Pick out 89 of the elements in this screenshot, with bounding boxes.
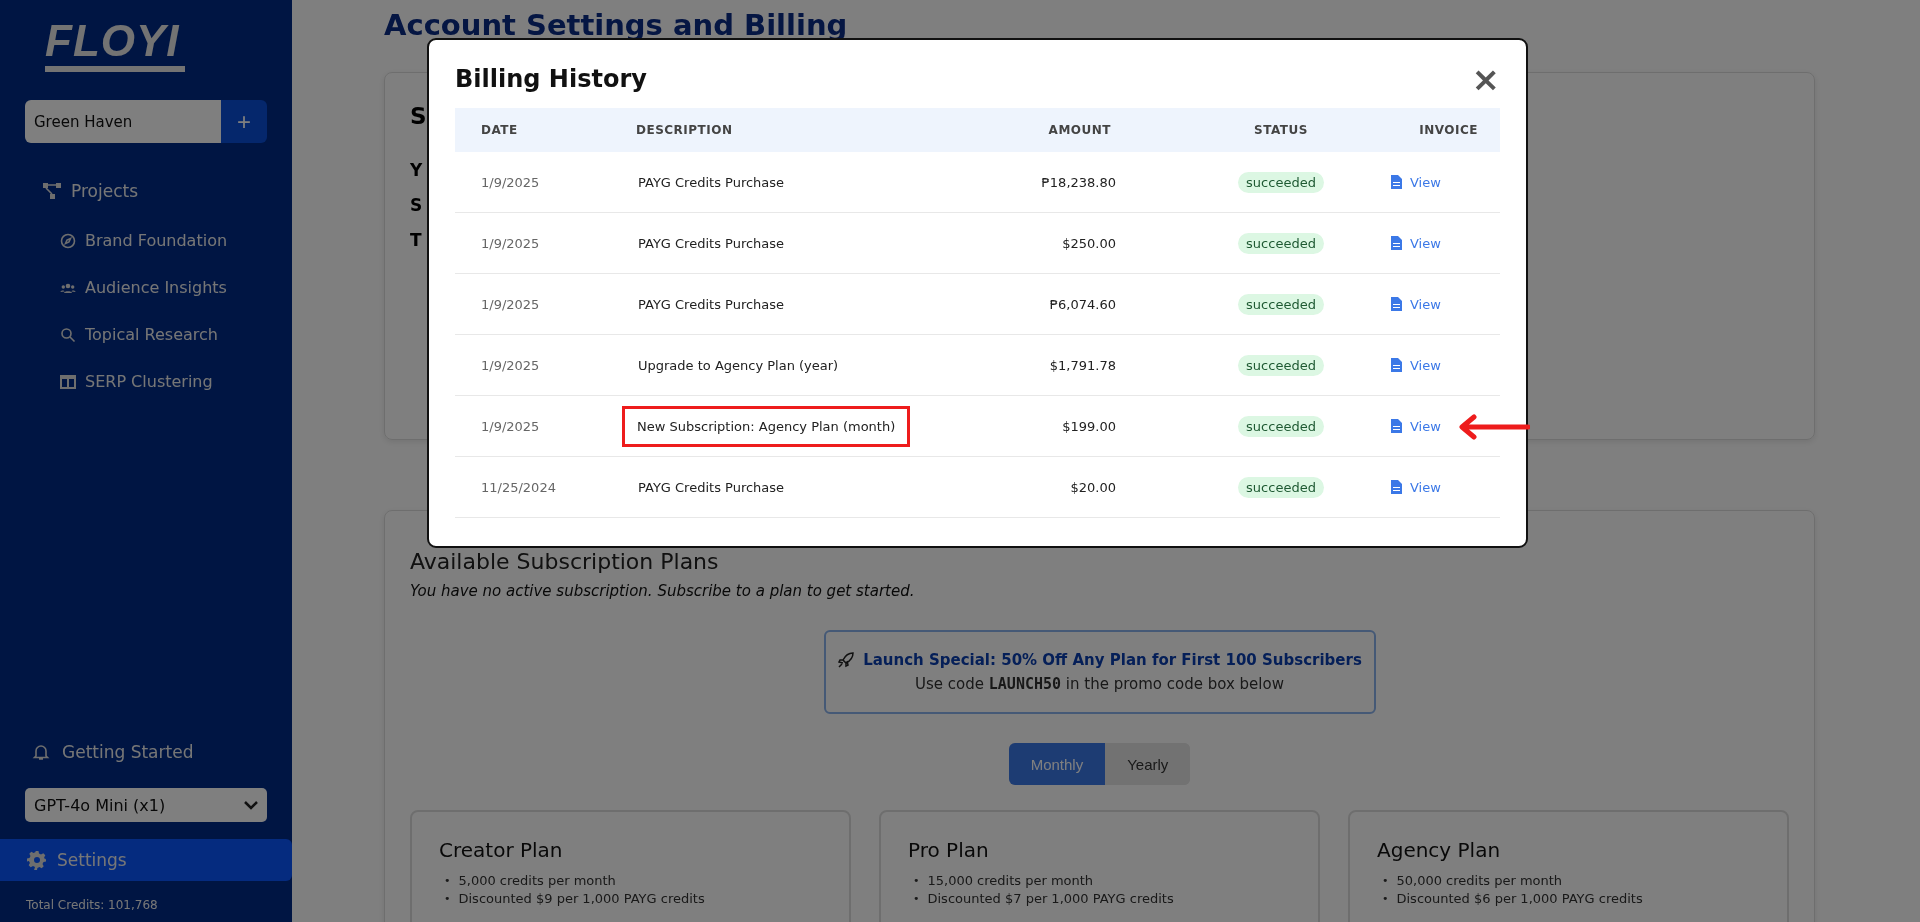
amount-cell-text: ₱6,074.60 — [1048, 296, 1117, 312]
document-icon — [1391, 480, 1402, 494]
floyi-logo: FLOYI — [45, 16, 185, 72]
amount-cell-text: $20.00 — [1069, 479, 1117, 495]
plan-feature: 5,000 credits per month — [458, 872, 616, 889]
add-project-button[interactable]: + — [221, 100, 267, 143]
card-line: T — [410, 230, 422, 250]
modal-title: Billing History — [455, 65, 647, 93]
status-badge: succeeded — [1238, 171, 1324, 193]
plan-feature: 15,000 credits per month — [927, 872, 1094, 889]
page-title: Account Settings and Billing — [384, 8, 849, 42]
bullet-marker: • — [1382, 873, 1389, 889]
status-badge: succeeded — [1238, 293, 1324, 315]
amount-cell-text: $1,791.78 — [1048, 357, 1117, 373]
document-icon — [1391, 297, 1402, 311]
search-icon — [60, 326, 76, 343]
view-invoice-link[interactable]: View — [1391, 296, 1441, 312]
plan-feature: Discounted $6 per 1,000 PAYG credits — [1396, 890, 1643, 907]
plan-feature: 50,000 credits per month — [1396, 872, 1563, 889]
date-cell-text: 1/9/2025 — [481, 418, 541, 434]
arrow-annotation — [1458, 414, 1530, 440]
total-credits: Total Credits: 101,768 — [26, 898, 159, 912]
nav-subitem[interactable]: Brand Foundation — [60, 217, 292, 264]
nav-subitem[interactable]: Topical Research — [60, 311, 292, 358]
card-line: Y — [410, 160, 423, 180]
section-title: Available Subscription Plans — [410, 549, 720, 574]
highlighted-description: New Subscription: Agency Plan (month) — [622, 405, 911, 447]
amount-cell-text: $250.00 — [1061, 235, 1117, 251]
plan-name: Agency Plan — [1377, 838, 1502, 862]
plan-name: Pro Plan — [908, 838, 990, 862]
bullet-marker: • — [444, 891, 451, 907]
document-icon — [1391, 358, 1402, 372]
date-cell-text: 1/9/2025 — [481, 174, 541, 190]
bullet-marker: • — [913, 891, 920, 907]
rocket-icon — [837, 651, 856, 669]
nav-subitem[interactable]: SERP Clustering — [60, 358, 292, 405]
description-cell: PAYG Credits Purchase — [638, 479, 785, 495]
column-header: DATE — [481, 123, 519, 137]
model-select[interactable]: GPT-4o Mini (x1) — [25, 788, 267, 822]
description-cell: Upgrade to Agency Plan (year) — [638, 357, 839, 373]
view-invoice-link[interactable]: View — [1391, 357, 1441, 373]
column-header: INVOICE — [1418, 123, 1479, 137]
plan-feature: Discounted $9 per 1,000 PAYG credits — [458, 890, 705, 907]
view-invoice-link[interactable]: View — [1391, 235, 1441, 251]
columns-icon — [60, 374, 76, 389]
date-cell-text: 11/25/2024 — [481, 479, 557, 495]
chevron-down-icon — [244, 800, 258, 810]
compass-icon — [60, 232, 76, 249]
document-icon — [1391, 419, 1402, 433]
project-select[interactable]: Green Haven — [25, 100, 221, 143]
description-cell: PAYG Credits Purchase — [638, 174, 785, 190]
view-invoice-link[interactable]: View — [1391, 418, 1441, 434]
date-cell-text: 1/9/2025 — [481, 357, 541, 373]
plan-feature: Discounted $7 per 1,000 PAYG credits — [927, 890, 1174, 907]
status-badge: succeeded — [1238, 232, 1324, 254]
bell-icon — [32, 743, 50, 761]
promo-headline: Launch Special: 50% Off Any Plan for First 100 Subscribers — [863, 651, 1362, 669]
hierarchy-icon — [42, 181, 62, 201]
amount-cell-text: $199.00 — [1061, 418, 1117, 434]
getting-started-link[interactable]: Getting Started — [32, 736, 292, 768]
subscription-note: You have no active subscription. Subscribe to a plan to get started. — [410, 582, 916, 600]
view-invoice-link[interactable]: View — [1391, 479, 1441, 495]
document-icon — [1391, 236, 1402, 250]
settings-nav-item[interactable]: Settings — [0, 839, 292, 881]
bullet-marker: • — [1382, 891, 1389, 907]
plan-name: Creator Plan — [439, 838, 564, 862]
bullet-marker: • — [913, 873, 920, 889]
nav-subitem[interactable]: Audience Insights — [60, 264, 292, 311]
description-cell: PAYG Credits Purchase — [638, 235, 785, 251]
date-cell-text: 1/9/2025 — [481, 235, 541, 251]
gear-icon — [27, 850, 47, 870]
status-badge: succeeded — [1238, 415, 1324, 437]
view-invoice-link[interactable]: View — [1391, 174, 1441, 190]
amount-cell-text: ₱18,238.80 — [1040, 174, 1117, 190]
status-badge: succeeded — [1238, 476, 1324, 498]
bullet-marker: • — [444, 873, 451, 889]
status-badge: succeeded — [1238, 354, 1324, 376]
close-button[interactable]: × — [1471, 64, 1500, 94]
card-title: S — [410, 103, 428, 129]
description-cell: PAYG Credits Purchase — [638, 296, 785, 312]
date-cell-text: 1/9/2025 — [481, 296, 541, 312]
card-line: S — [410, 195, 423, 215]
nav-item[interactable]: Projects — [42, 165, 292, 217]
column-header: STATUS — [1253, 123, 1309, 137]
column-header: DESCRIPTION — [636, 123, 734, 137]
document-icon — [1391, 175, 1402, 189]
billing-period-tab[interactable]: Monthly — [1008, 743, 1106, 785]
column-header: AMOUNT — [1047, 123, 1112, 137]
promo-text: Use code LAUNCH50 in the promo code box below — [915, 675, 1284, 693]
